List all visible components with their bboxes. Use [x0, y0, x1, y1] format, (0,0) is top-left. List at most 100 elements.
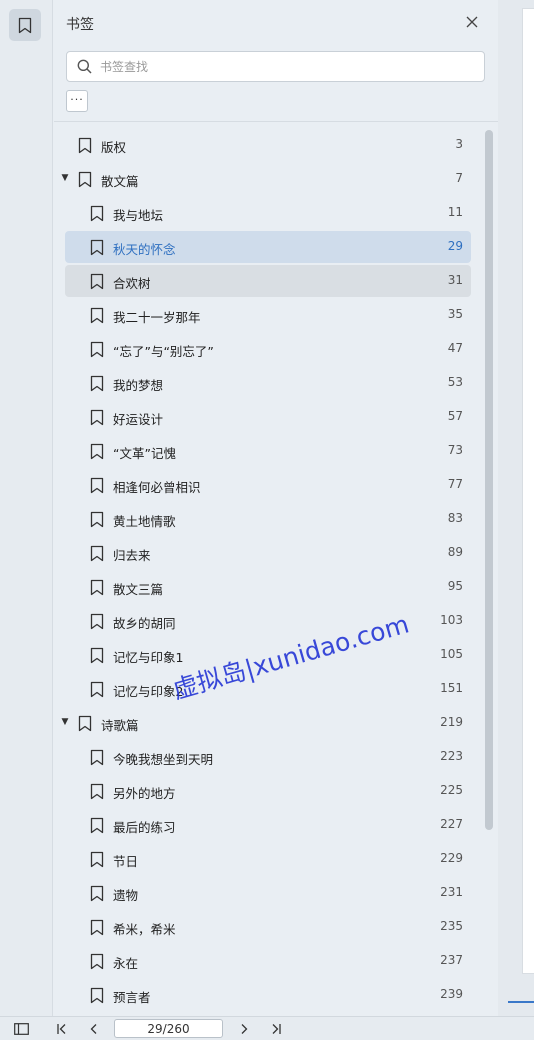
bookmark-item[interactable]: 归去来 89	[65, 537, 471, 569]
bookmark-label: 希米，希米	[113, 922, 176, 937]
bookmark-icon	[90, 919, 104, 936]
bookmark-label: 我二十一岁那年	[113, 310, 201, 325]
next-page-button[interactable]	[235, 1020, 253, 1038]
bottom-navigation-bar	[0, 1016, 534, 1040]
sidebar-toggle-button[interactable]	[12, 1020, 30, 1038]
bookmark-label: 归去来	[113, 548, 151, 563]
bookmark-label: 最后的练习	[113, 820, 176, 835]
more-options-button[interactable]: ···	[66, 90, 88, 112]
bookmark-icon	[78, 715, 92, 732]
bookmark-icon	[18, 17, 32, 33]
bookmark-icon	[90, 885, 104, 902]
bookmark-item[interactable]: 我二十一岁那年 35	[65, 299, 471, 331]
bookmark-label: 散文篇	[101, 174, 139, 189]
bookmark-item[interactable]: 我与地坛 11	[65, 197, 471, 229]
bookmark-page-number: 29	[447, 239, 463, 253]
bookmark-item[interactable]: 遗物 231	[65, 877, 471, 909]
bookmark-label: 合欢树	[113, 276, 151, 291]
bookmark-label: 好运设计	[113, 412, 164, 427]
bookmark-page-number: 47	[447, 341, 463, 355]
bookmark-item[interactable]: 永在 237	[65, 945, 471, 977]
bookmark-label: 节日	[113, 854, 139, 869]
bookmark-item[interactable]: 最后的练习 227	[65, 809, 471, 841]
bookmark-label: “文革”记愧	[113, 446, 176, 461]
bookmark-icon	[90, 409, 104, 426]
bookmark-item[interactable]: 秋天的怀念 29	[65, 231, 471, 263]
next-page-icon	[241, 1024, 248, 1034]
bookmark-page-number: 103	[440, 613, 463, 627]
bookmark-label: 秋天的怀念	[113, 242, 176, 257]
divider	[54, 121, 498, 122]
bookmark-page-number: 235	[440, 919, 463, 933]
bookmark-icon	[90, 307, 104, 324]
bookmark-icon	[90, 987, 104, 1004]
bookmark-item[interactable]: “文革”记愧 73	[65, 435, 471, 467]
bookmark-page-number: 239	[440, 987, 463, 1001]
bookmark-page-number: 31	[447, 273, 463, 287]
bookmark-page-number: 3	[455, 137, 463, 151]
scrollbar-thumb[interactable]	[485, 130, 493, 830]
bookmark-item[interactable]: 今晚我想坐到天明 223	[65, 741, 471, 773]
first-page-icon	[57, 1024, 66, 1034]
bookmark-icon	[90, 647, 104, 664]
bookmark-item[interactable]: 版权 3	[65, 129, 471, 161]
bookmark-label: 预言者	[113, 990, 151, 1005]
bookmark-page-number: 77	[447, 477, 463, 491]
bookmark-page-number: 237	[440, 953, 463, 967]
bookmark-page-number: 83	[447, 511, 463, 525]
bookmark-label: 今晚我想坐到天明	[113, 752, 214, 767]
prev-page-button[interactable]	[85, 1020, 103, 1038]
panel-title: 书签	[66, 17, 94, 33]
bookmark-item[interactable]: ▼ 诗歌篇 219	[62, 707, 471, 739]
caret-down-icon[interactable]: ▼	[60, 717, 70, 727]
bookmark-item[interactable]: 黄土地情歌 83	[65, 503, 471, 535]
bookmark-label: 记忆与印象1	[113, 650, 184, 665]
bookmark-icon	[90, 579, 104, 596]
bookmark-label: 故乡的胡同	[113, 616, 176, 631]
bookmark-label: 遗物	[113, 888, 139, 903]
bookmark-icon	[90, 545, 104, 562]
bookmark-item[interactable]: 合欢树 31	[65, 265, 471, 297]
bookmark-page-number: 231	[440, 885, 463, 899]
bookmark-icon	[90, 239, 104, 256]
bookmark-label: 另外的地方	[113, 786, 176, 801]
bookmark-icon	[90, 511, 104, 528]
bookmark-list: 版权 3 ▼ 散文篇 7 我与地坛 11 秋天的怀念 29 合欢树 31 我二十一岁那年 35 “忘了”与…	[54, 128, 484, 1016]
bookmark-item[interactable]: 我的梦想 53	[65, 367, 471, 399]
bookmark-item[interactable]: 节日 229	[65, 843, 471, 875]
bookmark-item[interactable]: 相逢何必曾相识 77	[65, 469, 471, 501]
bookmark-icon	[90, 749, 104, 766]
close-button[interactable]	[462, 12, 482, 32]
caret-down-icon[interactable]: ▼	[60, 173, 70, 183]
bookmark-item[interactable]: 散文三篇 95	[65, 571, 471, 603]
bookmark-icon	[90, 477, 104, 494]
bookmark-page-number: 89	[447, 545, 463, 559]
bookmark-item[interactable]: 另外的地方 225	[65, 775, 471, 807]
bookmark-item[interactable]: 希米，希米 235	[65, 911, 471, 943]
page-number-input[interactable]	[114, 1019, 223, 1038]
last-page-button[interactable]	[267, 1020, 285, 1038]
bookmark-panel: 书签 ··· 版权 3 ▼ 散文篇 7 我与地坛 11 秋天的怀念 29 合欢树 31 我二十一岁那年…	[54, 0, 498, 1016]
bookmark-page-number: 151	[440, 681, 463, 695]
bookmark-icon	[90, 443, 104, 460]
bookmark-item[interactable]: 预言者 239	[65, 979, 471, 1011]
bookmark-search-box[interactable]	[66, 51, 485, 82]
bookmark-label: 永在	[113, 956, 139, 971]
bookmark-icon	[90, 681, 104, 698]
bookmark-page-number: 95	[447, 579, 463, 593]
first-page-button[interactable]	[53, 1020, 71, 1038]
bookmark-page-number: 35	[447, 307, 463, 321]
bookmark-icon	[90, 273, 104, 290]
bookmarks-panel-button[interactable]	[9, 9, 41, 41]
search-input[interactable]	[100, 59, 460, 74]
bookmark-label: 诗歌篇	[101, 718, 139, 733]
bookmark-item[interactable]: ▼ 散文篇 7	[62, 163, 471, 195]
bookmark-page-number: 223	[440, 749, 463, 763]
bookmark-label: 相逢何必曾相识	[113, 480, 201, 495]
search-icon	[77, 59, 92, 74]
bookmark-icon	[90, 613, 104, 630]
bookmark-page-number: 227	[440, 817, 463, 831]
bookmark-item[interactable]: “忘了”与“别忘了” 47	[65, 333, 471, 365]
bookmark-item[interactable]: 好运设计 57	[65, 401, 471, 433]
bookmark-icon	[90, 851, 104, 868]
